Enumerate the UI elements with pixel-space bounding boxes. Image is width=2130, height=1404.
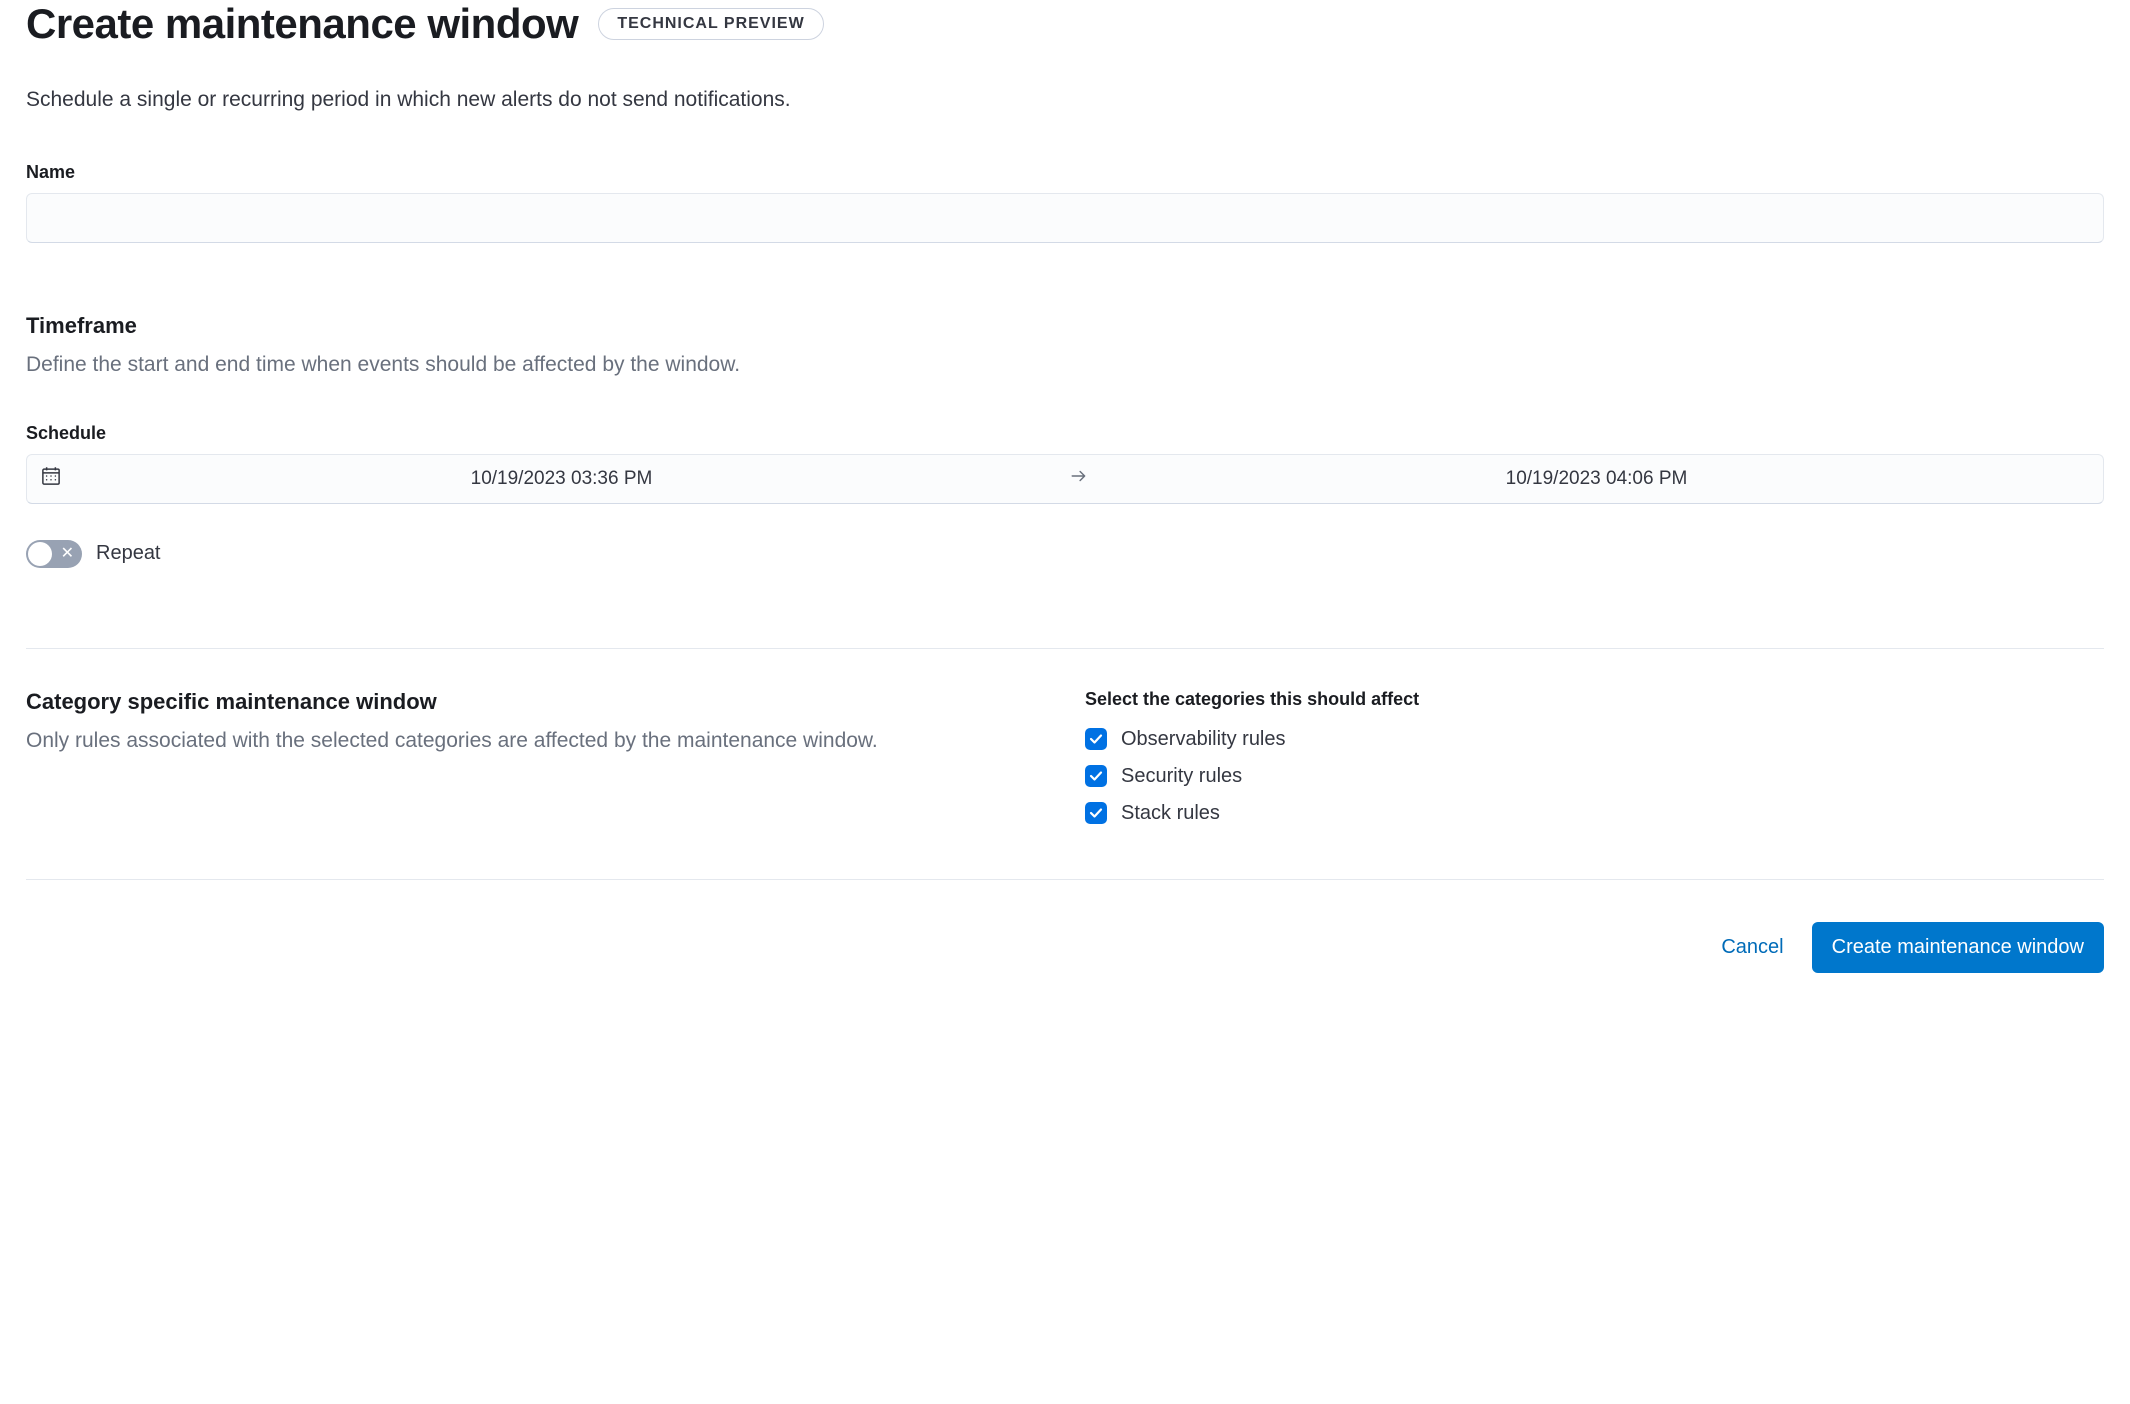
technical-preview-badge: TECHNICAL PREVIEW bbox=[598, 8, 823, 40]
create-maintenance-window-button[interactable]: Create maintenance window bbox=[1812, 922, 2104, 973]
checkbox-label: Observability rules bbox=[1121, 728, 1286, 751]
schedule-label: Schedule bbox=[26, 423, 2104, 444]
page-title: Create maintenance window bbox=[26, 0, 578, 48]
category-section: Category specific maintenance window Onl… bbox=[26, 689, 2104, 839]
timeframe-section: Timeframe Define the start and end time … bbox=[26, 313, 2104, 568]
checkbox-label: Security rules bbox=[1121, 765, 1242, 788]
name-field-group: Name bbox=[26, 162, 2104, 243]
category-description: Only rules associated with the selected … bbox=[26, 725, 1045, 757]
checkbox-stack[interactable] bbox=[1085, 802, 1107, 824]
cross-icon: ✕ bbox=[61, 546, 74, 562]
timeframe-title: Timeframe bbox=[26, 313, 2104, 339]
toggle-thumb bbox=[28, 542, 52, 566]
date-range-picker[interactable]: 10/19/2023 03:36 PM 10/19/2023 04:06 PM bbox=[26, 454, 2104, 504]
name-input[interactable] bbox=[26, 193, 2104, 243]
checkbox-row-security: Security rules bbox=[1085, 765, 2104, 788]
calendar-icon bbox=[41, 466, 61, 491]
checkbox-row-observability: Observability rules bbox=[1085, 728, 2104, 751]
start-date-button[interactable]: 10/19/2023 03:36 PM bbox=[69, 468, 1054, 490]
checkbox-security[interactable] bbox=[1085, 765, 1107, 787]
arrow-right-icon bbox=[1070, 467, 1088, 490]
checkbox-observability[interactable] bbox=[1085, 728, 1107, 750]
footer-actions: Cancel Create maintenance window bbox=[26, 922, 2104, 1003]
page-description: Schedule a single or recurring period in… bbox=[26, 88, 2104, 112]
timeframe-description: Define the start and end time when event… bbox=[26, 349, 2104, 381]
repeat-toggle-label: Repeat bbox=[96, 542, 161, 565]
category-instruction: Select the categories this should affect bbox=[1085, 689, 2104, 710]
divider bbox=[26, 879, 2104, 880]
divider bbox=[26, 648, 2104, 649]
checkbox-label: Stack rules bbox=[1121, 802, 1220, 825]
end-date-button[interactable]: 10/19/2023 04:06 PM bbox=[1104, 468, 2089, 490]
checkbox-row-stack: Stack rules bbox=[1085, 802, 2104, 825]
cancel-button[interactable]: Cancel bbox=[1721, 936, 1783, 959]
category-title: Category specific maintenance window bbox=[26, 689, 1045, 715]
name-label: Name bbox=[26, 162, 2104, 183]
repeat-toggle[interactable]: ✕ bbox=[26, 540, 82, 568]
